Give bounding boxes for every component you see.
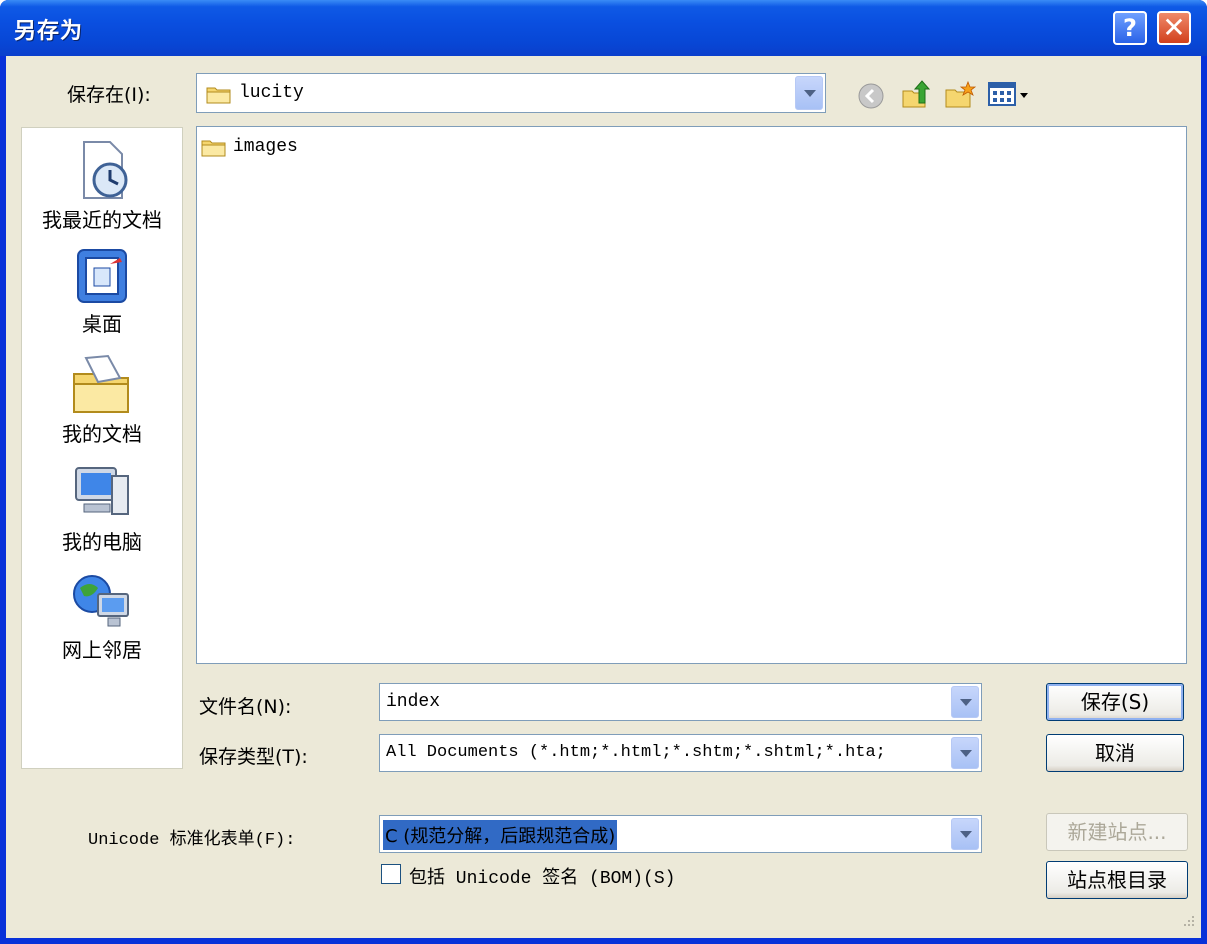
filename-combo[interactable]: index [379, 683, 982, 721]
up-folder-icon[interactable] [899, 79, 931, 111]
place-my-documents[interactable]: 我的文档 [22, 354, 182, 447]
file-list[interactable]: images [196, 126, 1187, 664]
help-button[interactable]: ? [1113, 11, 1147, 45]
my-computer-icon [75, 467, 129, 515]
place-label: 我的电脑 [62, 530, 142, 554]
title-bar[interactable]: 另存为 ? ✕ [0, 0, 1207, 56]
bom-checkbox[interactable] [381, 864, 401, 884]
save-in-label: 保存在(I): [67, 84, 151, 106]
new-site-button[interactable]: 新建站点... [1046, 813, 1188, 851]
filetype-dropdown-arrow[interactable] [951, 737, 979, 769]
resize-grip-icon[interactable] [1180, 914, 1196, 930]
place-label: 我的文档 [62, 422, 142, 446]
views-menu-icon[interactable] [988, 82, 1030, 108]
new-folder-icon[interactable] [944, 80, 976, 110]
filetype-combo[interactable]: All Documents (*.htm;*.html;*.shtm;*.sht… [379, 734, 982, 772]
save-in-combo[interactable]: lucity [196, 73, 826, 113]
place-recent-documents[interactable]: 我最近的文档 [22, 138, 182, 233]
filetype-label: 保存类型(T): [199, 746, 308, 768]
cancel-button[interactable]: 取消 [1046, 734, 1184, 772]
save-in-value: lucity [239, 83, 304, 103]
unicode-form-dropdown-arrow[interactable] [951, 818, 979, 850]
filename-dropdown-arrow[interactable] [951, 686, 979, 718]
save-button[interactable]: 保存(S) [1046, 683, 1184, 721]
network-places-icon [73, 575, 129, 627]
folder-icon [201, 140, 226, 157]
file-name: images [233, 137, 298, 157]
recent-documents-icon [83, 141, 128, 199]
filetype-value: All Documents (*.htm;*.html;*.shtm;*.sht… [386, 743, 886, 762]
unicode-form-label: Unicode 标准化表单(F): [88, 831, 296, 850]
close-button[interactable]: ✕ [1157, 11, 1191, 45]
place-network[interactable]: 网上邻居 [22, 570, 182, 663]
folder-icon [206, 87, 231, 104]
unicode-form-combo[interactable]: C (规范分解，后跟规范合成) [379, 815, 982, 853]
my-documents-icon [73, 354, 129, 413]
place-label: 我最近的文档 [42, 208, 162, 232]
place-desktop[interactable]: 桌面 [22, 246, 182, 337]
save-in-dropdown-arrow[interactable] [795, 76, 823, 110]
save-as-dialog: 另存为 ? ✕ 保存在(I): lucity 我最近的文档 桌面 我的文档 我的… [0, 0, 1207, 944]
place-label: 网上邻居 [62, 638, 142, 662]
bom-checkbox-label[interactable]: 包括 Unicode 签名 (BOM)(S) [409, 863, 675, 889]
place-label: 桌面 [82, 312, 122, 336]
site-root-button[interactable]: 站点根目录 [1046, 861, 1188, 899]
dialog-title: 另存为 [14, 19, 84, 44]
filename-label: 文件名(N): [199, 696, 292, 718]
back-icon[interactable] [857, 82, 885, 110]
place-my-computer[interactable]: 我的电脑 [22, 462, 182, 555]
unicode-form-value: C (规范分解，后跟规范合成) [383, 820, 618, 850]
desktop-icon [77, 249, 127, 303]
places-bar: 我最近的文档 桌面 我的文档 我的电脑 网上邻居 [21, 127, 183, 769]
filename-input[interactable]: index [386, 692, 440, 712]
